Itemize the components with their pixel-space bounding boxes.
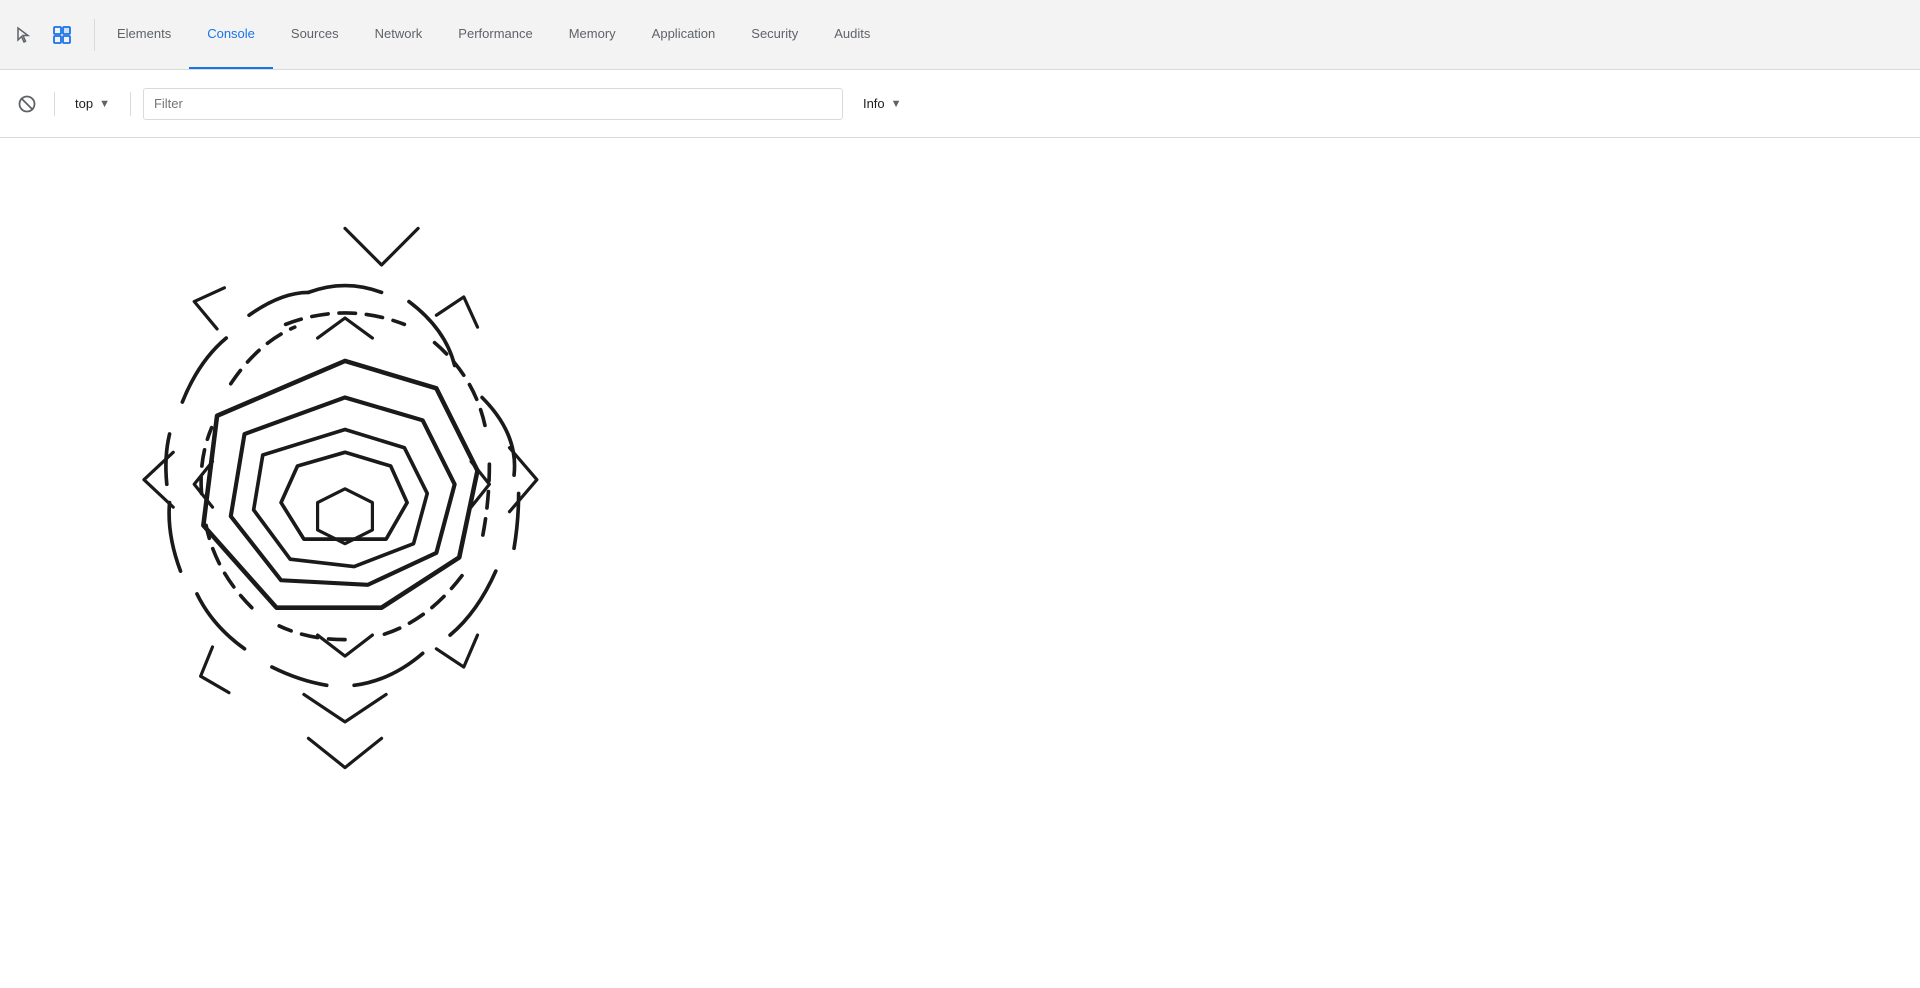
context-selector[interactable]: top ▼	[67, 92, 118, 115]
toolbar-divider-2	[130, 92, 131, 116]
filter-input[interactable]	[143, 88, 843, 120]
tab-performance[interactable]: Performance	[440, 0, 550, 69]
toolbar-icons	[8, 19, 95, 51]
tab-sources[interactable]: Sources	[273, 0, 357, 69]
tab-memory[interactable]: Memory	[551, 0, 634, 69]
cursor-icon[interactable]	[8, 19, 40, 51]
tab-network[interactable]: Network	[357, 0, 441, 69]
level-selector[interactable]: Info ▼	[855, 92, 910, 115]
tab-audits[interactable]: Audits	[816, 0, 888, 69]
tab-security[interactable]: Security	[733, 0, 816, 69]
tab-application[interactable]: Application	[634, 0, 734, 69]
tab-console[interactable]: Console	[189, 0, 273, 69]
inspect-icon[interactable]	[46, 19, 78, 51]
tab-elements[interactable]: Elements	[99, 0, 189, 69]
mandala-graphic	[80, 198, 610, 803]
main-tabs: Elements Console Sources Network Perform…	[99, 0, 888, 69]
console-toolbar: top ▼ Info ▼	[0, 70, 1920, 138]
console-content	[0, 138, 1920, 986]
toolbar-divider-1	[54, 92, 55, 116]
clear-console-button[interactable]	[12, 89, 42, 119]
devtools-navbar: Elements Console Sources Network Perform…	[0, 0, 1920, 70]
